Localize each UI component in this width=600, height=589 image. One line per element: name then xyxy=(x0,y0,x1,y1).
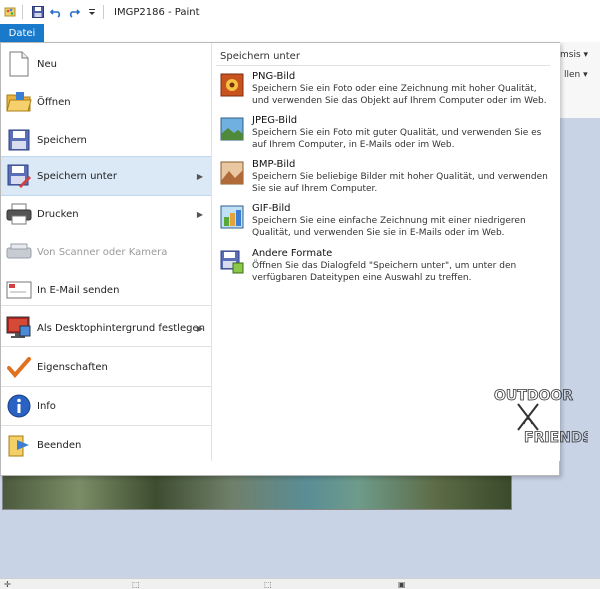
bmp-icon xyxy=(220,161,244,185)
menu-item-speichern-unter[interactable]: Speichern unter ▶ xyxy=(1,156,211,196)
tab-datei[interactable]: Datei xyxy=(0,24,44,42)
exit-icon xyxy=(5,431,33,459)
window-title: IMGP2186 - Paint xyxy=(114,6,200,18)
status-file-icon: ▣ xyxy=(398,580,406,589)
png-icon xyxy=(220,73,244,97)
menu-separator xyxy=(1,305,211,306)
format-bmp[interactable]: BMP-Bild Speichern Sie beliebige Bilder … xyxy=(216,159,552,199)
submenu-title-divider xyxy=(216,65,550,66)
save-icon[interactable] xyxy=(31,5,45,19)
menu-item-info[interactable]: Info xyxy=(1,387,211,425)
status-size-icon: ⬚ xyxy=(264,580,272,589)
menu-separator xyxy=(1,346,211,347)
menu-item-eigenschaften[interactable]: Eigenschaften xyxy=(1,348,211,386)
format-other[interactable]: Andere Formate Öffnen Sie das Dialogfeld… xyxy=(216,248,552,288)
undo-icon[interactable] xyxy=(49,5,63,19)
watermark-line1: OUTDOOR xyxy=(494,388,573,404)
printer-icon xyxy=(5,200,33,228)
chevron-right-icon: ▶ xyxy=(196,323,203,333)
info-icon xyxy=(5,392,33,420)
menu-item-email[interactable]: In E-Mail senden xyxy=(1,271,211,309)
menu-item-oeffnen[interactable]: Öffnen xyxy=(1,83,211,121)
desktop-background-icon xyxy=(5,314,33,342)
checkmark-icon xyxy=(5,353,33,381)
format-jpeg[interactable]: JPEG-Bild Speichern Sie ein Foto mit gut… xyxy=(216,115,552,155)
redo-icon[interactable] xyxy=(67,5,81,19)
menu-item-neu[interactable]: Neu xyxy=(1,45,211,83)
status-selection-icon: ⬚ xyxy=(132,580,140,589)
menu-item-beenden[interactable]: Beenden xyxy=(1,426,211,464)
new-document-icon xyxy=(5,50,33,78)
other-formats-icon xyxy=(220,250,244,274)
ribbon-tab-strip xyxy=(0,24,600,42)
chevron-right-icon: ▶ xyxy=(196,209,203,219)
open-folder-icon xyxy=(5,88,33,116)
chevron-right-icon: ▶ xyxy=(196,171,203,181)
watermark-line2: FRIENDS xyxy=(524,430,588,446)
save-as-icon xyxy=(5,162,33,190)
customize-quick-access-icon[interactable] xyxy=(85,5,99,19)
menu-item-scanner: Von Scanner oder Kamera xyxy=(1,233,211,271)
format-png[interactable]: PNG-Bild Speichern Sie ein Foto oder ein… xyxy=(216,71,552,111)
gif-icon xyxy=(220,205,244,229)
menu-item-desktophintergrund[interactable]: Als Desktophintergrund festlegen ▶ xyxy=(1,309,211,347)
jpeg-icon xyxy=(220,117,244,141)
menu-item-speichern[interactable]: Speichern xyxy=(1,121,211,159)
save-icon xyxy=(5,126,33,154)
submenu-title: Speichern unter xyxy=(220,51,300,62)
scanner-icon xyxy=(5,238,33,266)
menu-item-drucken[interactable]: Drucken ▶ xyxy=(1,195,211,233)
quick-access-separator xyxy=(22,5,23,19)
file-menu-commands: Neu Öffnen Speichern Speichern unter ▶ D… xyxy=(1,43,211,475)
outdoor-friends-watermark: OUTDOOR FRIENDS xyxy=(488,384,593,450)
format-gif[interactable]: GIF-Bild Speichern Sie eine einfache Zei… xyxy=(216,203,552,243)
ribbon-right-label-1[interactable]: msis ▾ xyxy=(560,50,588,60)
ribbon-right-label-2[interactable]: llen ▾ xyxy=(564,70,588,80)
email-icon xyxy=(5,276,33,304)
paint-app-icon[interactable] xyxy=(4,5,18,19)
status-cursor-icon: ✛ xyxy=(4,580,11,589)
title-separator xyxy=(103,5,104,19)
file-menu: Neu Öffnen Speichern Speichern unter ▶ D… xyxy=(0,42,560,476)
title-bar: IMGP2186 - Paint xyxy=(0,0,600,24)
